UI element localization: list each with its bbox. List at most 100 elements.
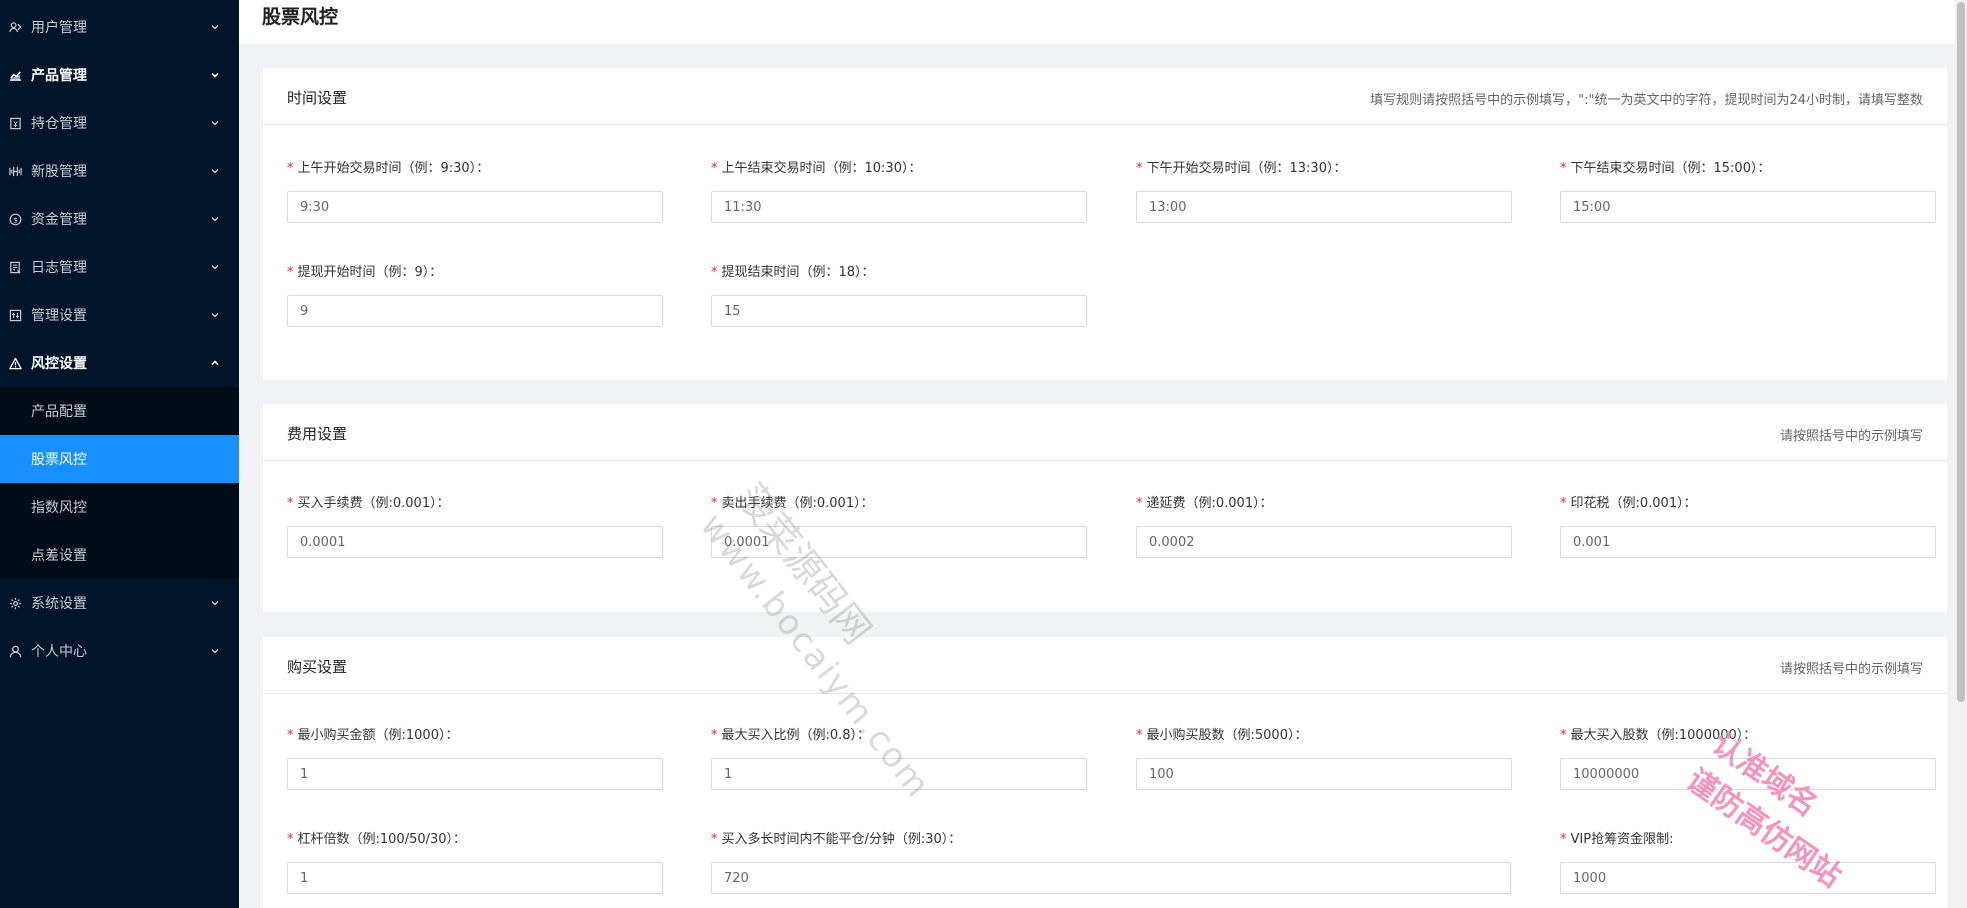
vertical-scrollbar[interactable] <box>1955 0 1967 908</box>
field-label: * 最大买入股数（例:1000000）： <box>1560 728 1757 743</box>
field-no-close-minutes: * 买入多长时间内不能平仓/分钟（例:30）： <box>711 830 1511 894</box>
sidebar-item-logs[interactable]: 日志管理 <box>0 243 239 291</box>
sidebar-item-risk-settings[interactable]: 风控设置 <box>0 339 239 387</box>
ipo-icon <box>8 164 22 178</box>
sidebar-item-profile[interactable]: 个人中心 <box>0 627 239 675</box>
sidebar-subitem-spread-settings[interactable]: 点差设置 <box>0 531 239 579</box>
withdraw-end-input[interactable] <box>711 295 1087 327</box>
withdraw-start-input[interactable] <box>287 295 663 327</box>
chevron-down-icon <box>211 25 219 30</box>
buy-fee-input[interactable] <box>287 526 663 558</box>
sidebar: 用户管理 产品管理 持仓管理 新股管理 $ 资金管理 日志管理 管理设置 风控设… <box>0 0 239 908</box>
sidebar-item-ipo[interactable]: 新股管理 <box>0 147 239 195</box>
log-icon <box>8 260 22 274</box>
field-label: * 最大买入比例（例:0.8）： <box>711 728 871 743</box>
max-buy-ratio-input[interactable] <box>711 758 1087 790</box>
deferral-fee-input[interactable] <box>1136 526 1512 558</box>
no-close-minutes-input[interactable] <box>711 862 1511 894</box>
card-header: 购买设置 请按照括号中的示例填写 <box>263 637 1947 694</box>
field-label: * 印花税（例:0.001）： <box>1560 496 1697 511</box>
sidebar-item-products[interactable]: 产品管理 <box>0 51 239 99</box>
field-label: * 上午结束交易时间（例：10:30）： <box>711 161 922 176</box>
field-stamp-tax: * 印花税（例:0.001）： <box>1560 494 1936 558</box>
vip-fund-limit-input[interactable] <box>1560 862 1936 894</box>
field-label: * 上午开始交易时间（例：9:30）： <box>287 161 490 176</box>
sidebar-item-funds[interactable]: $ 资金管理 <box>0 195 239 243</box>
field-vip-fund-limit: * VIP抢筹资金限制: <box>1560 830 1936 894</box>
chevron-down-icon <box>211 649 219 654</box>
pm-end-input[interactable] <box>1560 191 1936 223</box>
min-buy-amount-input[interactable] <box>287 758 663 790</box>
card-title: 购买设置 <box>287 658 348 676</box>
users-icon <box>8 20 22 34</box>
max-buy-shares-input[interactable] <box>1560 758 1936 790</box>
field-min-buy-shares: * 最小购买股数（例:5000）： <box>1136 726 1512 790</box>
card-header: 费用设置 请按照括号中的示例填写 <box>263 404 1947 461</box>
sidebar-item-label: 管理设置 <box>31 308 87 324</box>
sidebar-item-label: 风控设置 <box>31 356 87 372</box>
time-settings-card: 时间设置 填写规则请按照括号中的示例填写，":"统一为英文中的字符，提现时间为2… <box>263 68 1947 380</box>
field-am-start: * 上午开始交易时间（例：9:30）： <box>287 159 663 223</box>
field-label: * 提现结束时间（例：18）： <box>711 265 875 280</box>
leverage-input[interactable] <box>287 862 663 894</box>
card-hint: 请按照括号中的示例填写 <box>1779 429 1923 444</box>
min-buy-shares-input[interactable] <box>1136 758 1512 790</box>
gear-icon <box>8 596 22 610</box>
am-end-input[interactable] <box>711 191 1087 223</box>
sidebar-item-label: 日志管理 <box>31 260 87 276</box>
field-min-buy-amount: * 最小购买金额（例:1000）： <box>287 726 663 790</box>
field-leverage: * 杠杆倍数（例:100/50/30）： <box>287 830 663 894</box>
field-label: * VIP抢筹资金限制: <box>1560 832 1674 847</box>
user-icon <box>8 644 22 658</box>
line-chart-icon <box>8 68 22 82</box>
field-label: * 下午结束交易时间（例：15:00）： <box>1560 161 1771 176</box>
chevron-down-icon <box>211 265 219 270</box>
field-label: * 最小购买金额（例:1000）： <box>287 728 459 743</box>
risk-submenu: 产品配置 股票风控 指数风控 点差设置 <box>0 387 239 579</box>
sidebar-item-label: 系统设置 <box>31 596 87 612</box>
chevron-down-icon <box>211 313 219 318</box>
sidebar-item-system-settings[interactable]: 系统设置 <box>0 579 239 627</box>
sidebar-subitem-product-config[interactable]: 产品配置 <box>0 387 239 435</box>
pm-start-input[interactable] <box>1136 191 1512 223</box>
card-header: 时间设置 填写规则请按照括号中的示例填写，":"统一为英文中的字符，提现时间为2… <box>263 68 1947 125</box>
sidebar-item-label: 持仓管理 <box>31 116 87 132</box>
svg-text:$: $ <box>13 215 18 224</box>
field-sell-fee: * 卖出手续费（例:0.001）： <box>711 494 1087 558</box>
sidebar-item-label: 资金管理 <box>31 212 87 228</box>
sell-fee-input[interactable] <box>711 526 1087 558</box>
field-buy-fee: * 买入手续费（例:0.001）： <box>287 494 663 558</box>
chevron-down-icon <box>211 72 219 78</box>
field-max-buy-shares: * 最大买入股数（例:1000000）： <box>1560 726 1936 790</box>
fee-settings-card: 费用设置 请按照括号中的示例填写 *买入手续费（例:0.001）： *卖出手续费… <box>263 404 1947 612</box>
main-content: 股票风控 时间设置 填写规则请按照括号中的示例填写，":"统一为英文中的字符，提… <box>239 0 1967 908</box>
card-hint: 请按照括号中的示例填写 <box>1779 662 1923 677</box>
field-label: * 最小购买股数（例:5000）： <box>1136 728 1308 743</box>
scrollbar-thumb[interactable] <box>1957 2 1965 702</box>
settings-panel-icon <box>8 308 22 322</box>
sidebar-item-label: 用户管理 <box>31 20 87 36</box>
sidebar-subitem-index-risk[interactable]: 指数风控 <box>0 483 239 531</box>
sidebar-subitem-stock-risk[interactable]: 股票风控 <box>0 435 239 483</box>
sidebar-item-users[interactable]: 用户管理 <box>0 3 239 51</box>
stamp-tax-input[interactable] <box>1560 526 1936 558</box>
dollar-icon: $ <box>8 212 22 226</box>
buy-settings-card: 购买设置 请按照括号中的示例填写 *最小购买金额（例:1000）： *最大买入比… <box>263 637 1947 908</box>
chevron-down-icon <box>211 217 219 222</box>
field-label: * 杠杆倍数（例:100/50/30）： <box>287 832 467 847</box>
field-withdraw-start: * 提现开始时间（例：9）： <box>287 263 663 327</box>
chevron-down-icon <box>211 601 219 606</box>
sidebar-item-admin-settings[interactable]: 管理设置 <box>0 291 239 339</box>
chevron-up-icon <box>211 360 219 366</box>
field-label: * 递延费（例:0.001）： <box>1136 496 1273 511</box>
field-label: * 买入多长时间内不能平仓/分钟（例:30）： <box>711 832 962 847</box>
sidebar-item-positions[interactable]: 持仓管理 <box>0 99 239 147</box>
am-start-input[interactable] <box>287 191 663 223</box>
card-title: 时间设置 <box>287 89 348 107</box>
field-am-end: * 上午结束交易时间（例：10:30）： <box>711 159 1087 223</box>
sidebar-item-label: 个人中心 <box>31 644 87 660</box>
chevron-down-icon <box>211 169 219 174</box>
field-deferral-fee: * 递延费（例:0.001）： <box>1136 494 1512 558</box>
field-max-buy-ratio: * 最大买入比例（例:0.8）： <box>711 726 1087 790</box>
field-pm-end: * 下午结束交易时间（例：15:00）： <box>1560 159 1936 223</box>
